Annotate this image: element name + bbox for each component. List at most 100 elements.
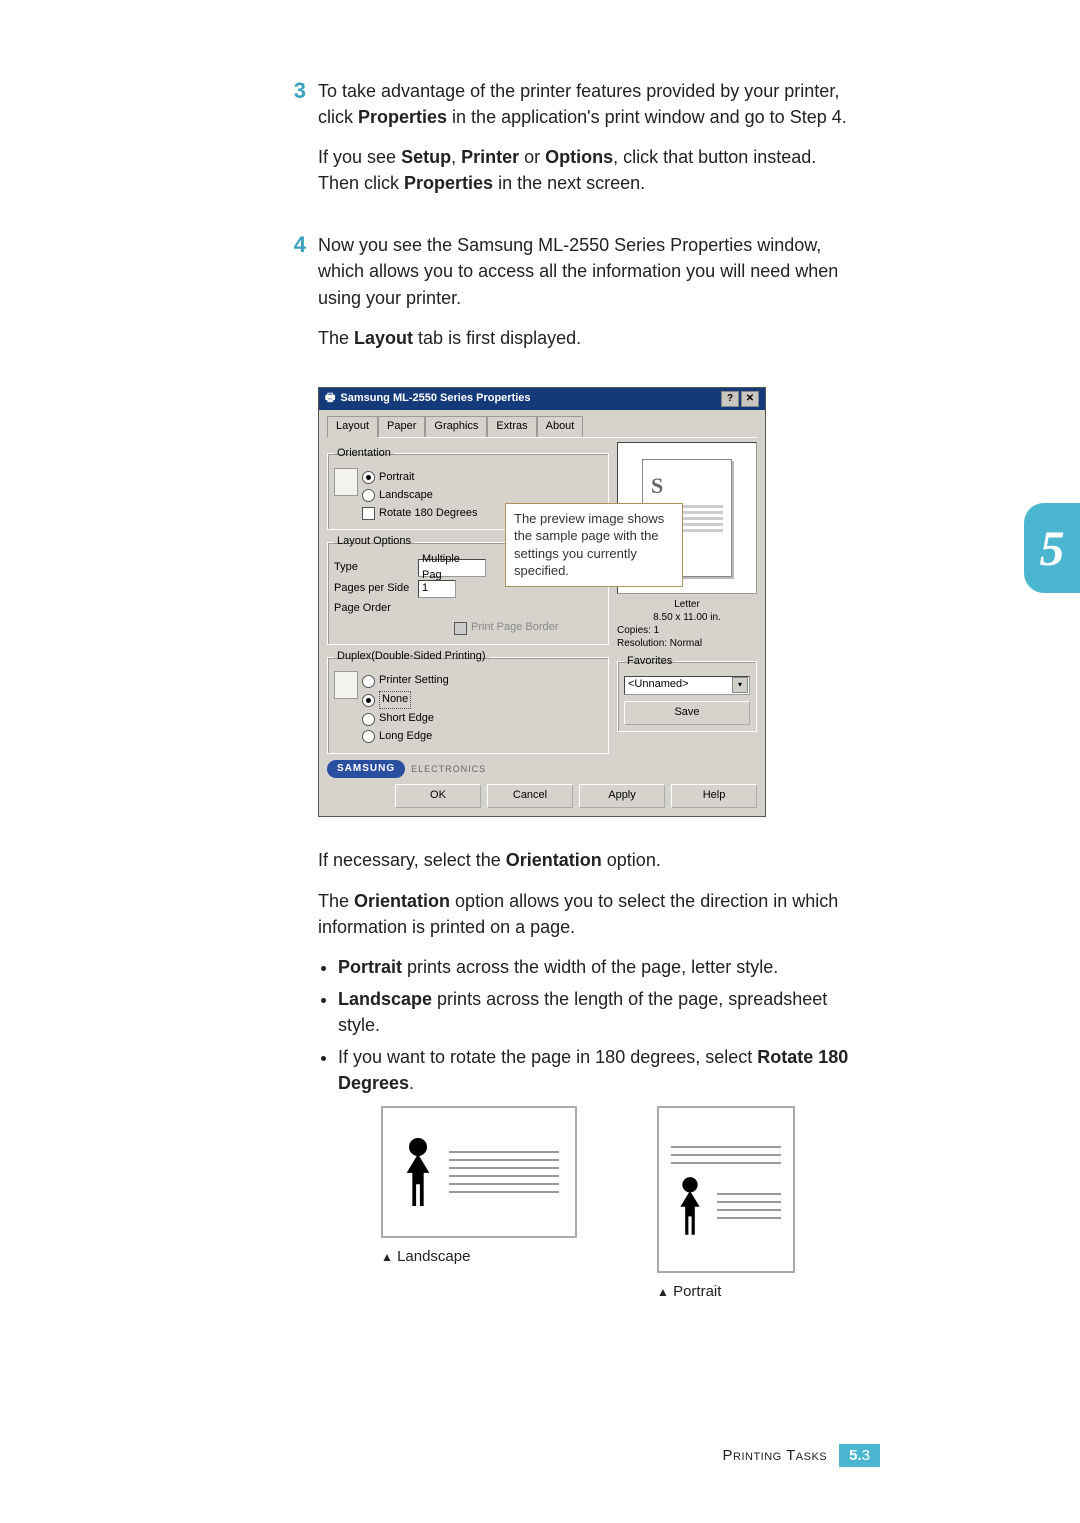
step-4: 4 Now you see the Samsung ML-2550 Series… [278, 232, 858, 364]
tab-extras[interactable]: Extras [487, 416, 536, 437]
triangle-icon: ▲ [381, 1250, 393, 1264]
step-number: 4 [278, 232, 318, 364]
step-body: Now you see the Samsung ML-2550 Series P… [318, 232, 858, 364]
save-button[interactable]: Save [624, 701, 750, 725]
radio-label: Landscape [379, 488, 433, 504]
text: in the application's print window and go… [447, 107, 847, 127]
radio-label: Short Edge [379, 711, 434, 727]
check-page-border[interactable] [454, 622, 467, 635]
list-item: If you want to rotate the page in 180 de… [338, 1044, 858, 1096]
group-legend: Orientation [334, 446, 394, 462]
apply-button[interactable]: Apply [579, 784, 665, 808]
chevron-down-icon[interactable]: ▾ [732, 677, 748, 693]
radio-landscape[interactable] [362, 489, 375, 502]
text: in the next screen. [493, 173, 645, 193]
meta-line: Resolution: Normal [617, 637, 757, 650]
printer-icon: 🖶 [325, 391, 335, 407]
text-bold: Options [545, 147, 613, 167]
radio-short-edge[interactable] [362, 713, 375, 726]
text: tab is first displayed. [413, 328, 581, 348]
person-icon [674, 1177, 706, 1235]
radio-portrait[interactable] [362, 471, 375, 484]
radio-label: Printer Setting [379, 673, 449, 689]
group-legend: Duplex(Double-Sided Printing) [334, 649, 489, 665]
radio-printer-setting[interactable] [362, 675, 375, 688]
text: option. [602, 850, 661, 870]
text: . [409, 1073, 414, 1093]
text-bold: Orientation [506, 850, 602, 870]
chapter-side-tab: 5 [1024, 503, 1080, 593]
orientation-help-text: If necessary, select the Orientation opt… [318, 847, 858, 1303]
check-rotate180[interactable] [362, 507, 375, 520]
text: The [318, 891, 354, 911]
person-icon [399, 1138, 437, 1206]
meta-line: Copies: 1 [617, 624, 757, 637]
brand-name: SAMSUNG [327, 760, 405, 779]
text: The [318, 328, 354, 348]
text-bold: Properties [358, 107, 447, 127]
footer-page: 3 [862, 1447, 870, 1464]
tab-paper[interactable]: Paper [378, 416, 425, 437]
text: or [519, 147, 545, 167]
duplex-group: Duplex(Double-Sided Printing) Printer Se… [327, 649, 609, 754]
favorites-combo[interactable]: <Unnamed> ▾ [624, 676, 750, 695]
step-3: 3 To take advantage of the printer featu… [278, 78, 858, 210]
footer-section: Printing Tasks [723, 1447, 828, 1464]
text-bold: Properties [404, 173, 493, 193]
tab-graphics[interactable]: Graphics [425, 416, 487, 437]
text: prints across the width of the page, let… [402, 957, 778, 977]
dialog-title: Samsung ML-2550 Series Properties [340, 391, 530, 407]
radio-label: None [379, 691, 411, 709]
text: If you see [318, 147, 401, 167]
radio-none[interactable] [362, 694, 375, 707]
group-legend: Favorites [624, 654, 675, 670]
ok-button[interactable]: OK [395, 784, 481, 808]
cancel-button[interactable]: Cancel [487, 784, 573, 808]
text-bold: Landscape [338, 989, 432, 1009]
field-label: Page Order [334, 601, 412, 617]
main-content: 3 To take advantage of the printer featu… [278, 78, 858, 1303]
meta-line: 8.50 x 11.00 in. [617, 611, 757, 624]
field-label: Pages per Side [334, 581, 412, 597]
preview-meta: Copies: 1 Resolution: Normal [617, 624, 757, 650]
text-bold: Layout [354, 328, 413, 348]
meta-line: Letter [617, 598, 757, 611]
text: Now you see the Samsung ML-2550 Series P… [318, 232, 858, 310]
text: , [451, 147, 461, 167]
list-item: Portrait prints across the width of the … [338, 954, 858, 980]
group-legend: Layout Options [334, 534, 414, 550]
footer-chapter: 5. [849, 1447, 862, 1464]
radio-long-edge[interactable] [362, 730, 375, 743]
favorites-group: Favorites <Unnamed> ▾ Save [617, 654, 757, 732]
footer-page-badge: 5.3 [839, 1444, 880, 1467]
sample-label: Landscape [397, 1248, 470, 1265]
help-icon[interactable]: ? [721, 391, 739, 407]
text-bold: Printer [461, 147, 519, 167]
tab-row: Layout Paper Graphics Extras About [327, 416, 757, 438]
help-button[interactable]: Help [671, 784, 757, 808]
tab-layout[interactable]: Layout [327, 416, 378, 438]
preview-meta: Letter 8.50 x 11.00 in. [617, 598, 757, 624]
text-bold: Setup [401, 147, 451, 167]
close-icon[interactable]: ✕ [741, 391, 759, 407]
radio-label: Long Edge [379, 729, 432, 745]
text: If you want to rotate the page in 180 de… [338, 1047, 757, 1067]
brand-logo: SAMSUNG ELECTRONICS [327, 760, 609, 779]
orientation-thumb-icon [334, 468, 358, 496]
tab-about[interactable]: About [537, 416, 584, 437]
step-body: To take advantage of the printer feature… [318, 78, 858, 210]
text-bold: Portrait [338, 957, 402, 977]
step-number: 3 [278, 78, 318, 210]
dialog-titlebar: 🖶 Samsung ML-2550 Series Properties ? ✕ [319, 388, 765, 410]
properties-dialog: 🖶 Samsung ML-2550 Series Properties ? ✕ … [318, 387, 766, 818]
duplex-thumb-icon [334, 671, 358, 699]
check-label: Rotate 180 Degrees [379, 506, 477, 522]
type-combo[interactable]: Multiple Pag [418, 559, 486, 577]
combo-value: <Unnamed> [628, 677, 689, 693]
pages-per-side-field[interactable]: 1 [418, 580, 456, 598]
text: If necessary, select the [318, 850, 506, 870]
triangle-icon: ▲ [657, 1285, 669, 1299]
brand-sub: ELECTRONICS [411, 763, 486, 776]
landscape-sample: ▲ Landscape [381, 1106, 577, 1303]
portrait-sample: ▲ Portrait [657, 1106, 795, 1303]
